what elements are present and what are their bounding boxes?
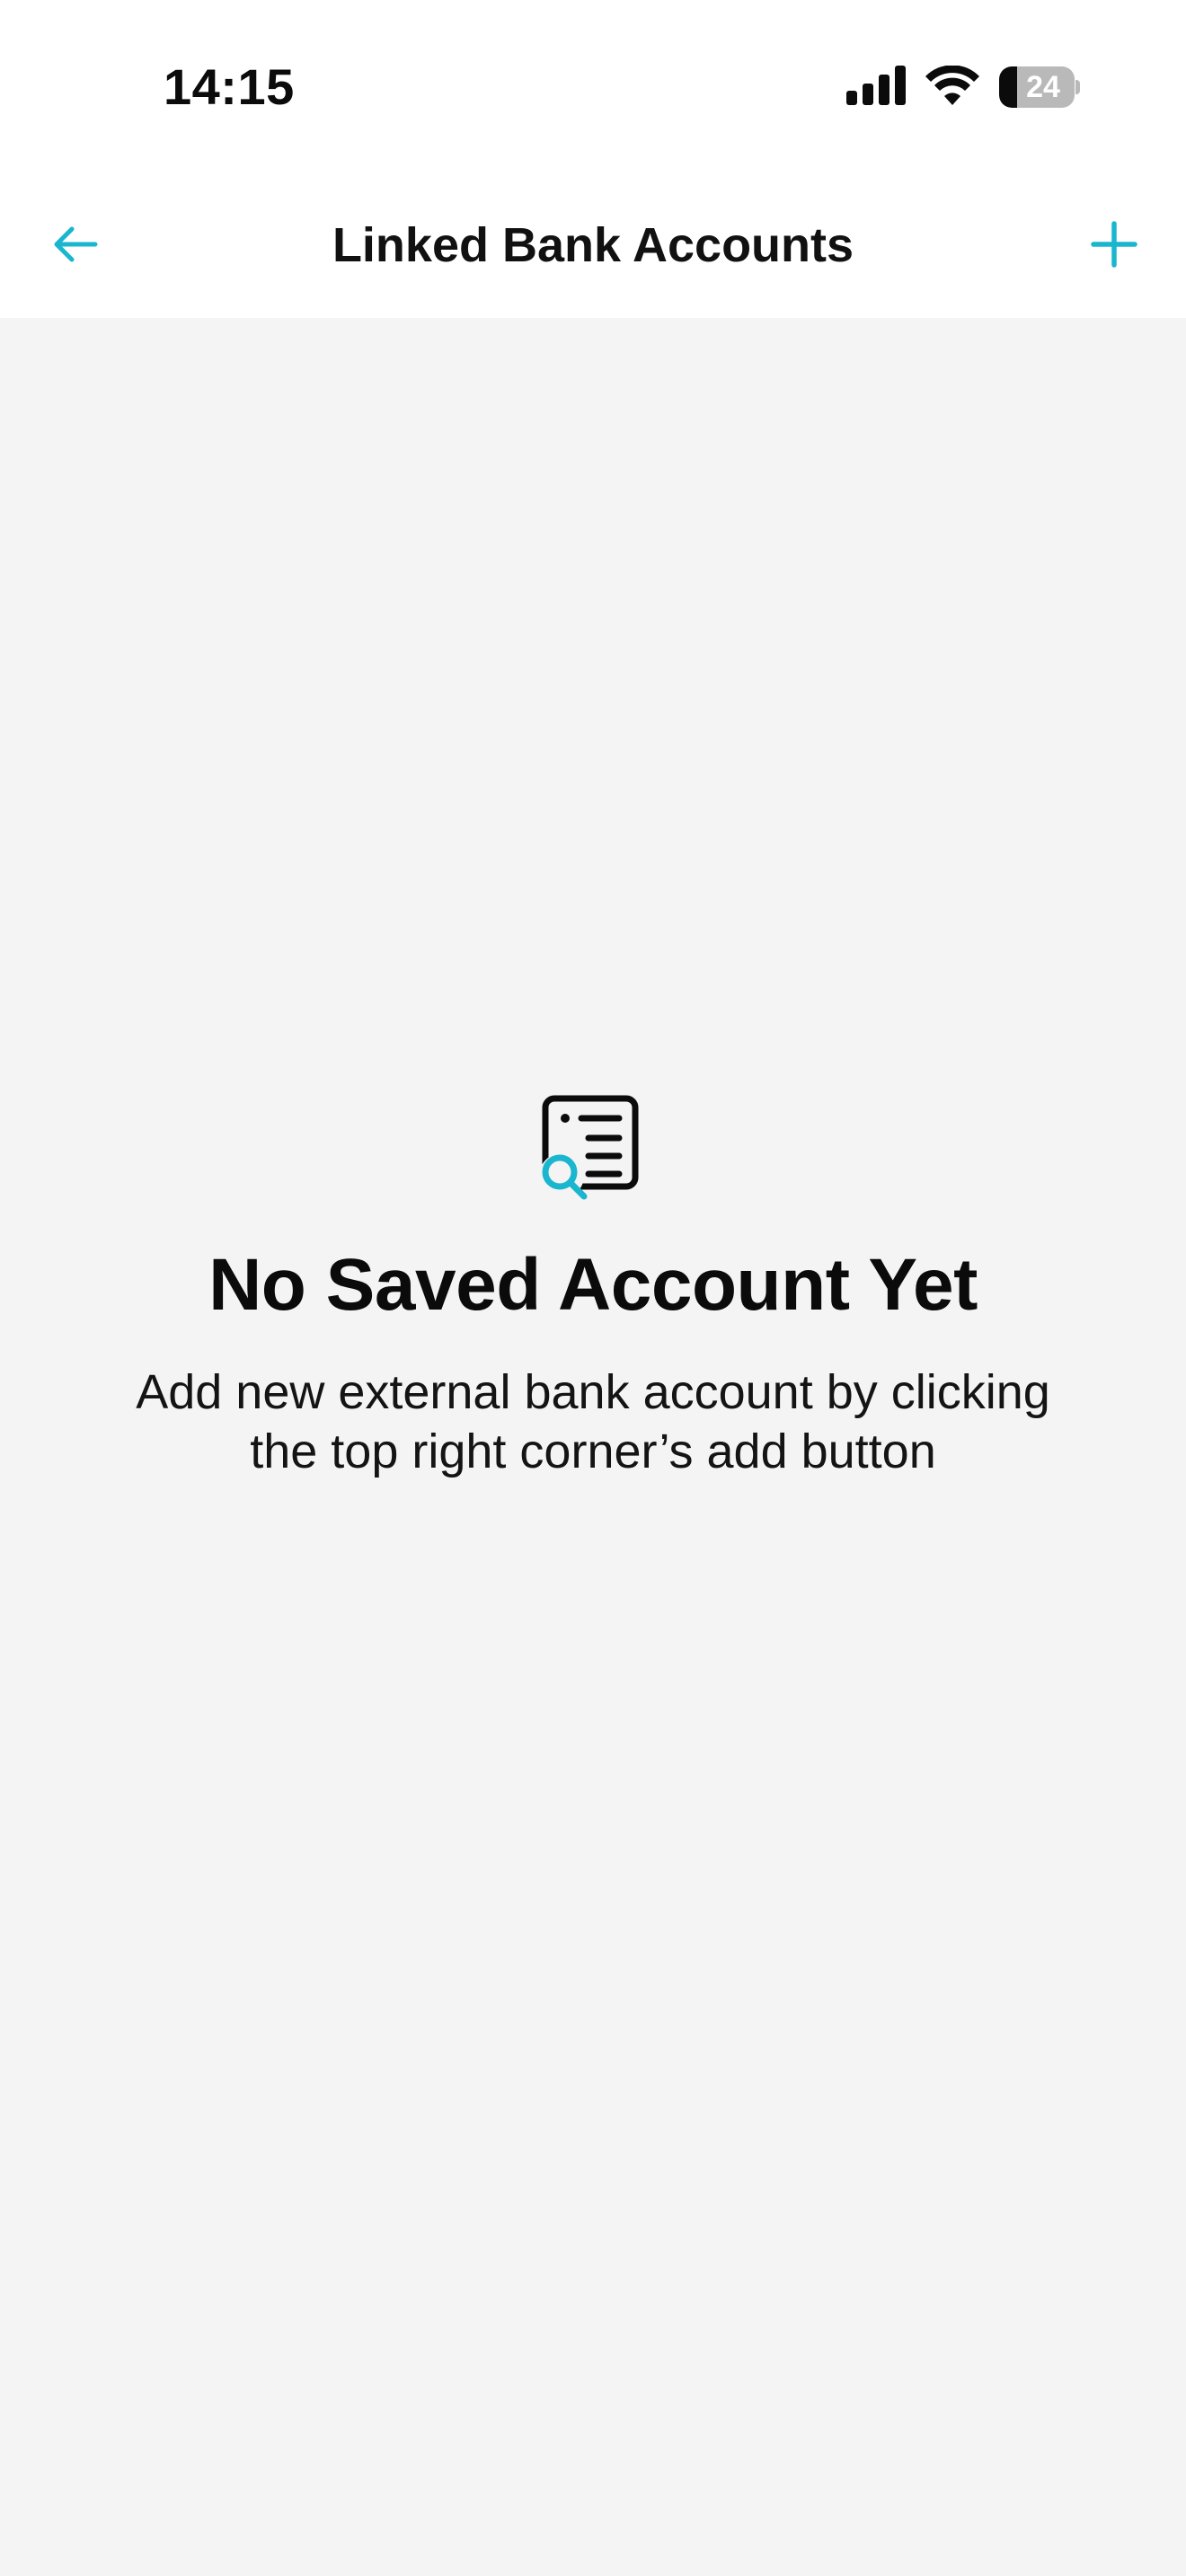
status-time: 14:15 (164, 58, 295, 115)
plus-icon (1091, 220, 1137, 272)
signal-icon (846, 65, 906, 110)
document-search-icon (535, 1091, 651, 1208)
battery-icon: 24 (999, 66, 1080, 108)
status-bar: 14:15 24 (0, 0, 1186, 180)
status-icons: 24 (846, 63, 1080, 111)
navigation-bar: Linked Bank Accounts (0, 180, 1186, 318)
empty-state-title: No Saved Account Yet (208, 1244, 978, 1326)
page-title: Linked Bank Accounts (332, 218, 854, 272)
wifi-icon (925, 64, 979, 110)
battery-percent: 24 (1026, 70, 1060, 104)
empty-state: No Saved Account Yet Add new external ba… (0, 1091, 1186, 1481)
empty-state-description: Add new external bank account by clickin… (136, 1365, 1050, 1478)
add-account-button[interactable] (1078, 210, 1150, 282)
